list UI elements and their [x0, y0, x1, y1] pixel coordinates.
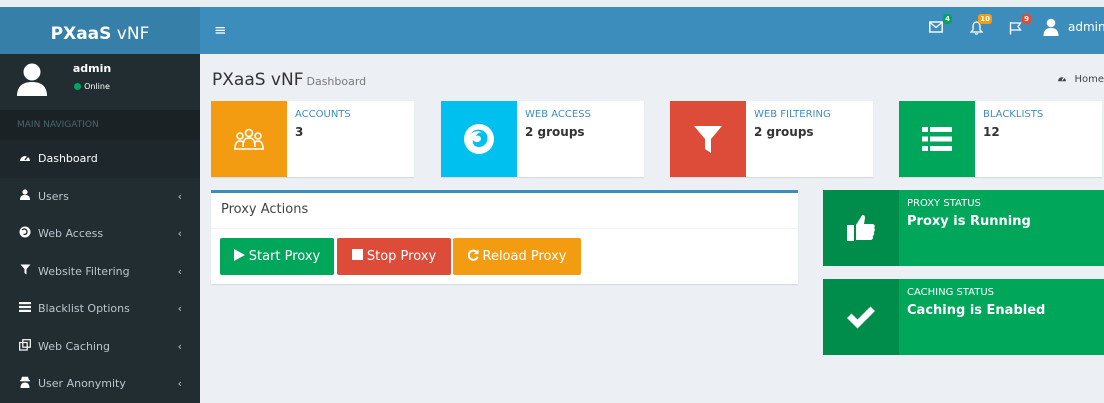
sidebar-item-label: Web Caching — [38, 339, 110, 353]
caching-status-value: Caching is Enabled — [907, 303, 1046, 318]
top-header: PXaaS vNF ≡ 4 10 9 admin — [0, 0, 1104, 54]
start-proxy-button[interactable]: Start Proxy — [220, 238, 334, 275]
firefox-icon — [441, 101, 517, 177]
nav-header: MAIN NAVIGATION — [0, 110, 200, 140]
user-panel: admin Online — [0, 54, 200, 110]
messages-icon[interactable]: 4 — [929, 14, 952, 37]
logo-bold: PXaaS — [50, 24, 112, 44]
tasks-icon[interactable]: 9 — [1009, 14, 1031, 39]
info-box-value: 2 groups — [525, 125, 585, 139]
info-box-value: 3 — [295, 125, 304, 139]
stop-proxy-label: Stop Proxy — [366, 249, 437, 264]
stop-icon — [351, 249, 363, 264]
sidebar-item-label: Website Filtering — [38, 264, 130, 278]
user-avatar-icon — [1043, 18, 1059, 36]
sidebar-item-web-access[interactable]: Web Access ‹ — [0, 215, 200, 253]
user-menu[interactable]: admin — [1043, 18, 1104, 36]
refresh-icon — [467, 249, 479, 265]
web-access-info-box[interactable]: WEB ACCESS 2 groups — [441, 101, 644, 177]
app-logo[interactable]: PXaaS vNF — [0, 0, 200, 54]
filter-icon — [17, 264, 33, 278]
hamburger-icon[interactable]: ≡ — [214, 21, 227, 39]
play-icon — [233, 248, 245, 265]
chevron-left-icon: ‹ — [177, 339, 182, 353]
chevron-left-icon: ‹ — [177, 227, 182, 241]
list-icon — [17, 302, 33, 315]
page-subtitle: Dashboard — [306, 75, 367, 88]
sidebar-item-blacklist-options[interactable]: Blacklist Options ‹ — [0, 290, 200, 328]
proxy-actions-box: Proxy Actions Start Proxy Stop Proxy Rel… — [211, 190, 798, 284]
online-status-icon — [74, 83, 82, 90]
box-title: Proxy Actions — [221, 202, 309, 217]
chevron-left-icon: ‹ — [177, 264, 182, 278]
page-title-text: PXaaS vNF — [212, 70, 304, 90]
sidebar-item-label: User Anonymity — [38, 377, 126, 391]
clone-icon — [17, 338, 33, 354]
checkmark-icon — [823, 279, 899, 355]
info-box-label: ACCOUNTS — [295, 109, 351, 120]
web-filtering-info-box[interactable]: WEB FILTERING 2 groups — [670, 101, 873, 177]
sidebar-item-website-filtering[interactable]: Website Filtering ‹ — [0, 253, 200, 291]
sidebar-item-label: Web Access — [38, 227, 104, 241]
info-box-value: 12 — [983, 125, 1000, 139]
info-box-label: BLACKLISTS — [983, 109, 1044, 120]
avatar — [16, 62, 48, 96]
proxy-status-box: PROXY STATUS Proxy is Running — [823, 190, 1104, 266]
thumbs-up-icon — [823, 190, 899, 266]
info-box-value: 2 groups — [754, 125, 814, 139]
messages-badge: 4 — [943, 14, 952, 24]
sidebar-item-dashboard[interactable]: Dashboard — [0, 140, 200, 178]
breadcrumb-home[interactable]: Home — [1074, 74, 1104, 85]
firefox-icon — [17, 226, 33, 241]
sidebar-item-web-caching[interactable]: Web Caching ‹ — [0, 328, 200, 366]
main-content: PXaaS vNF Dashboard Home ACCOUNTS 3 WEB … — [200, 54, 1104, 403]
proxy-status-label: PROXY STATUS — [907, 198, 981, 209]
sidebar: admin Online MAIN NAVIGATION Dashboard U… — [0, 54, 200, 403]
users-icon — [17, 189, 33, 203]
logo-rest: vNF — [111, 24, 150, 44]
start-proxy-label: Start Proxy — [248, 249, 321, 264]
filter-icon — [670, 101, 746, 177]
dashboard-icon — [17, 152, 33, 165]
chevron-left-icon: ‹ — [177, 377, 182, 391]
caching-status-box: CACHING STATUS Caching is Enabled — [823, 279, 1104, 355]
divider — [211, 228, 798, 229]
stop-proxy-button[interactable]: Stop Proxy — [337, 238, 451, 275]
breadcrumb[interactable]: Home — [1057, 74, 1104, 85]
tasks-badge: 9 — [1022, 14, 1031, 24]
dashboard-icon — [1057, 74, 1070, 85]
page-title: PXaaS vNF Dashboard — [212, 70, 366, 90]
reload-proxy-label: Reload Proxy — [482, 249, 567, 264]
proxy-status-value: Proxy is Running — [907, 214, 1031, 229]
blacklists-info-box[interactable]: BLACKLISTS 12 — [899, 101, 1102, 177]
notifications-icon[interactable]: 10 — [969, 14, 992, 39]
sidebar-item-user-anonymity[interactable]: User Anonymity ‹ — [0, 365, 200, 403]
envelope-icon — [929, 21, 943, 33]
user-status-text: Online — [84, 82, 110, 91]
notifications-badge: 10 — [978, 14, 992, 24]
chevron-left-icon: ‹ — [177, 189, 182, 203]
accounts-info-box[interactable]: ACCOUNTS 3 — [211, 101, 414, 177]
info-box-label: WEB ACCESS — [525, 109, 591, 120]
user-secret-icon — [17, 376, 33, 391]
navbar-username: admin — [1068, 20, 1104, 34]
users-group-icon — [211, 101, 287, 177]
flag-icon — [1009, 22, 1022, 35]
user-status: Online — [62, 82, 122, 91]
sidebar-item-label: Dashboard — [38, 152, 98, 166]
sidebar-item-label: Users — [38, 189, 69, 203]
sidebar-user-name: admin — [72, 62, 112, 75]
navbar: ≡ 4 10 9 admin — [200, 0, 1104, 54]
sidebar-item-users[interactable]: Users ‹ — [0, 178, 200, 216]
chevron-left-icon: ‹ — [177, 302, 182, 316]
reload-proxy-button[interactable]: Reload Proxy — [453, 238, 581, 275]
list-icon — [899, 101, 975, 177]
caching-status-label: CACHING STATUS — [907, 287, 995, 298]
info-box-label: WEB FILTERING — [754, 109, 831, 120]
sidebar-item-label: Blacklist Options — [38, 302, 130, 316]
